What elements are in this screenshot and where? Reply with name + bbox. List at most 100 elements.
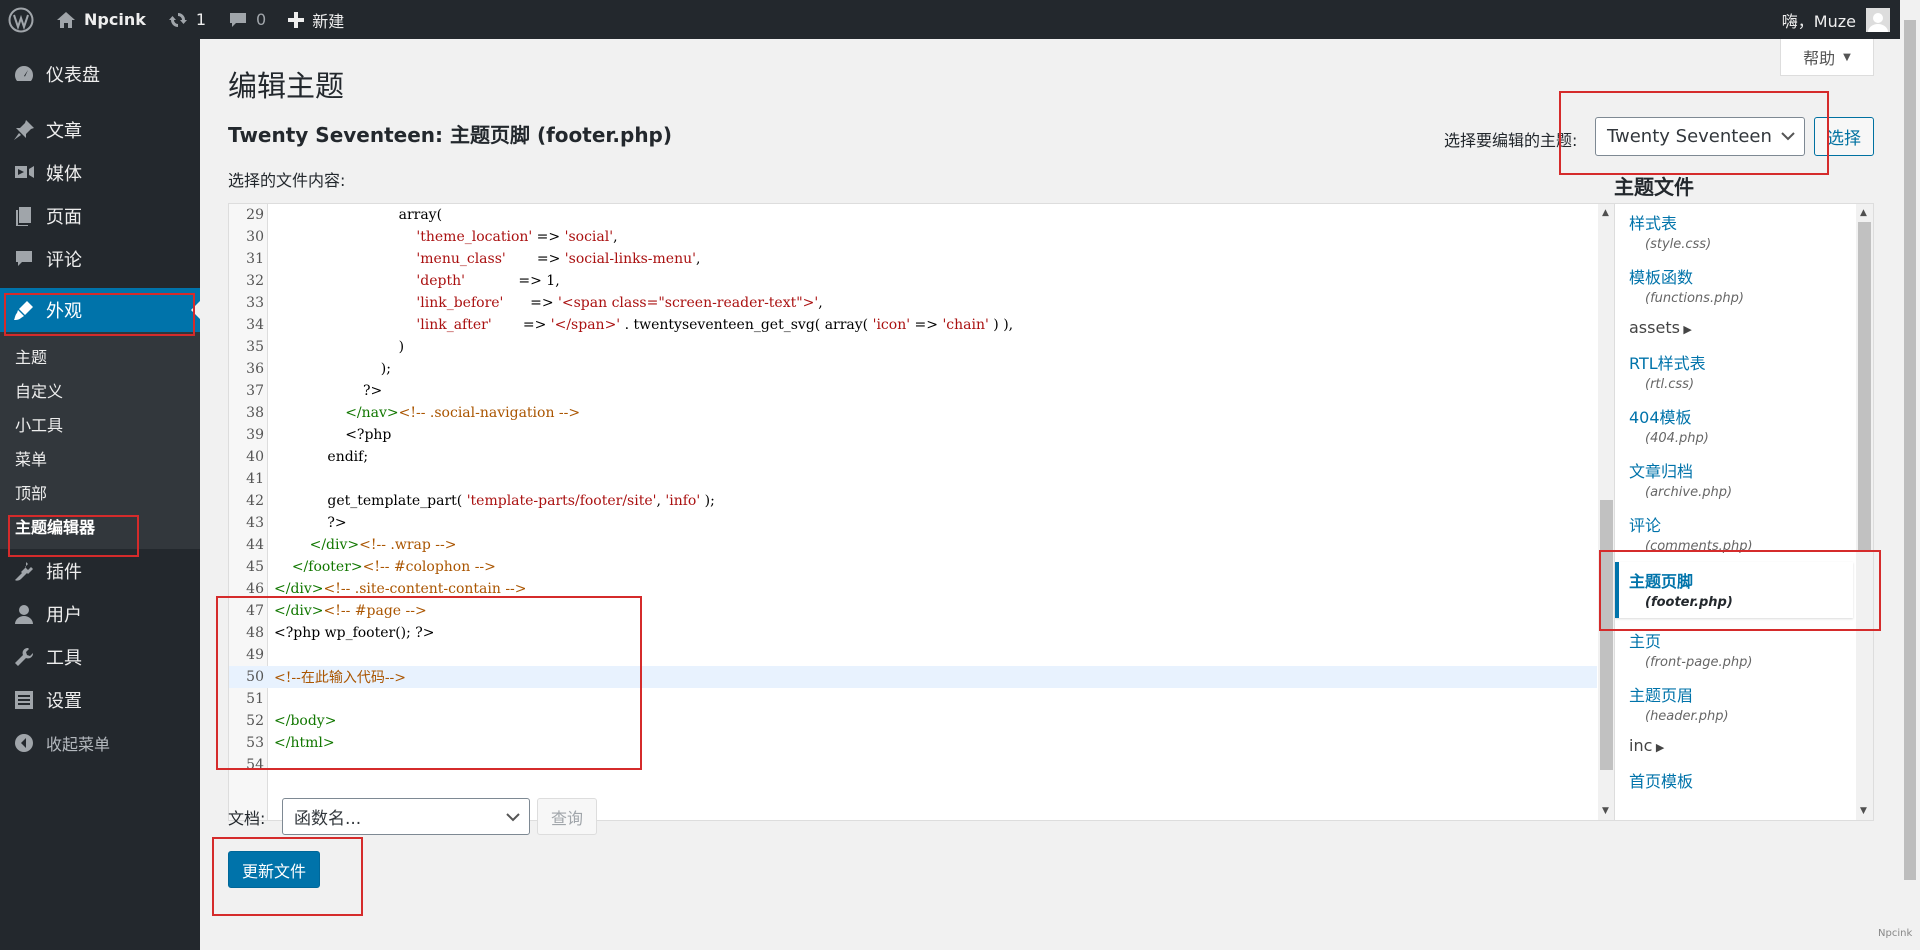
line-number: 34: [246, 317, 264, 333]
scroll-up-icon[interactable]: ▲: [1602, 208, 1609, 218]
code-line[interactable]: 42 get_template_part( 'template-parts/fo…: [229, 490, 1597, 512]
code-line[interactable]: 41: [229, 468, 1597, 490]
file-item-name: 主页: [1629, 632, 1662, 651]
scroll-down-icon[interactable]: ▼: [1860, 806, 1867, 816]
file-item[interactable]: 主页 (front-page.php): [1629, 628, 1855, 670]
code-line[interactable]: 36 );: [229, 358, 1597, 380]
code-line[interactable]: 30 'theme_location' => 'social',: [229, 226, 1597, 248]
scroll-down-icon[interactable]: ▼: [1602, 806, 1609, 816]
code-line[interactable]: 43 ?>: [229, 512, 1597, 534]
files-scrollbar[interactable]: ▲ ▼: [1856, 204, 1873, 820]
file-item[interactable]: RTL样式表 (rtl.css): [1629, 350, 1855, 392]
page-scrollbar[interactable]: Npcink: [1878, 0, 1920, 950]
code-text: 'theme_location' => 'social',: [264, 229, 618, 245]
file-item[interactable]: 模板函数 (functions.php): [1629, 264, 1855, 306]
code-line[interactable]: 32 'depth' => 1,: [229, 270, 1597, 292]
code-line[interactable]: 29 array(: [229, 204, 1597, 226]
menu-comments[interactable]: 评论: [0, 237, 200, 280]
code-token: );: [700, 493, 715, 509]
code-line[interactable]: 44 </div><!-- .wrap -->: [229, 534, 1597, 556]
submenu-header[interactable]: 顶部: [0, 475, 200, 509]
file-item-name: 模板函数: [1629, 268, 1694, 287]
line-number: 33: [246, 295, 264, 311]
code-line[interactable]: 37 ?>: [229, 380, 1597, 402]
code-token: <!-- .wrap -->: [359, 537, 457, 553]
line-number: 41: [246, 471, 264, 487]
submenu-menus[interactable]: 菜单: [0, 441, 200, 475]
code-text: endif;: [264, 449, 368, 465]
file-item-name: 评论: [1629, 516, 1662, 535]
menu-settings[interactable]: 设置: [0, 678, 200, 721]
updates-link[interactable]: 1: [157, 0, 217, 39]
menu-tools[interactable]: 工具: [0, 635, 200, 678]
menu-label: 页面: [46, 206, 82, 228]
file-item-name: 首页模板: [1629, 772, 1694, 791]
code-line[interactable]: 34 'link_after' => '</span>' . twentysev…: [229, 314, 1597, 336]
code-line[interactable]: 35 ): [229, 336, 1597, 358]
dashboard-icon: [12, 62, 36, 86]
settings-icon: [12, 688, 36, 712]
menu-media[interactable]: 媒体: [0, 151, 200, 194]
site-name: Npcink: [84, 10, 146, 29]
my-account[interactable]: 嗨，Muze: [1782, 0, 1890, 39]
documentation-label: 文档:: [228, 809, 266, 828]
folder-label: assets: [1629, 318, 1680, 337]
menu-posts[interactable]: 文章: [0, 108, 200, 151]
code-line[interactable]: 38 </nav><!-- .social-navigation -->: [229, 402, 1597, 424]
code-token: ,: [613, 229, 618, 245]
folder-label: inc: [1629, 736, 1653, 755]
code-token: ,: [818, 295, 823, 311]
code-token: get_template_part(: [274, 493, 467, 509]
file-item[interactable]: 样式表 (style.css): [1629, 210, 1855, 252]
editor-scrollbar[interactable]: ▲ ▼: [1598, 204, 1615, 820]
scroll-up-icon[interactable]: ▲: [1860, 208, 1867, 218]
code-text: array(: [264, 207, 442, 223]
code-text: 'link_before' => '<span class="screen-re…: [264, 295, 823, 311]
annotation-box-update-button: [212, 837, 363, 916]
code-token: 'info': [665, 493, 701, 509]
code-token: 'link_before': [416, 295, 504, 311]
file-item[interactable]: 首页模板: [1629, 768, 1855, 795]
file-item[interactable]: 文章归档 (archive.php): [1629, 458, 1855, 500]
function-name-select[interactable]: 函数名...: [282, 798, 530, 835]
code-token: =>: [505, 251, 565, 267]
help-button[interactable]: 帮助 ▼: [1780, 39, 1874, 76]
file-item[interactable]: 主题页眉 (header.php): [1629, 682, 1855, 724]
code-line[interactable]: 31 'menu_class' => 'social-links-menu',: [229, 248, 1597, 270]
site-name-link[interactable]: Npcink: [45, 0, 157, 39]
menu-pages[interactable]: 页面: [0, 194, 200, 237]
menu-label: 设置: [46, 690, 82, 712]
code-line[interactable]: 40 endif;: [229, 446, 1597, 468]
new-content-link[interactable]: 新建: [277, 0, 355, 39]
menu-label: 仪表盘: [46, 64, 100, 86]
submenu-customize[interactable]: 自定义: [0, 373, 200, 407]
chevron-down-icon: [505, 809, 521, 830]
code-line[interactable]: 39 <?php: [229, 424, 1597, 446]
comments-count: 0: [256, 10, 267, 29]
wordpress-logo-icon[interactable]: [0, 0, 45, 39]
scrollbar-thumb[interactable]: [1858, 222, 1871, 552]
code-line[interactable]: 33 'link_before' => '<span class="screen…: [229, 292, 1597, 314]
file-content-label: 选择的文件内容:: [228, 171, 346, 190]
submenu-themes[interactable]: 主题: [0, 339, 200, 373]
collapse-menu-button[interactable]: 收起菜单: [0, 721, 200, 764]
scrollbar-thumb[interactable]: [1600, 500, 1613, 770]
code-token: 'social': [564, 229, 614, 245]
folder-item[interactable]: inc ▶: [1629, 736, 1855, 755]
code-line[interactable]: 45 </footer><!-- #colophon -->: [229, 556, 1597, 578]
code-text: get_template_part( 'template-parts/foote…: [264, 493, 715, 509]
lookup-button[interactable]: 查询: [537, 798, 597, 835]
folder-item[interactable]: assets ▶: [1629, 318, 1855, 337]
menu-label: 工具: [46, 647, 82, 669]
submenu-widgets[interactable]: 小工具: [0, 407, 200, 441]
menu-users[interactable]: 用户: [0, 592, 200, 635]
menu-dashboard[interactable]: 仪表盘: [0, 52, 200, 95]
file-item[interactable]: 404模板 (404.php): [1629, 404, 1855, 446]
line-number: 38: [246, 405, 264, 421]
code-token: endif;: [274, 449, 369, 465]
page-scrollbar-thumb[interactable]: [1904, 20, 1916, 880]
file-item[interactable]: 评论 (comments.php): [1629, 512, 1855, 554]
code-token: =>: [503, 295, 559, 311]
comments-link[interactable]: 0: [217, 0, 277, 39]
